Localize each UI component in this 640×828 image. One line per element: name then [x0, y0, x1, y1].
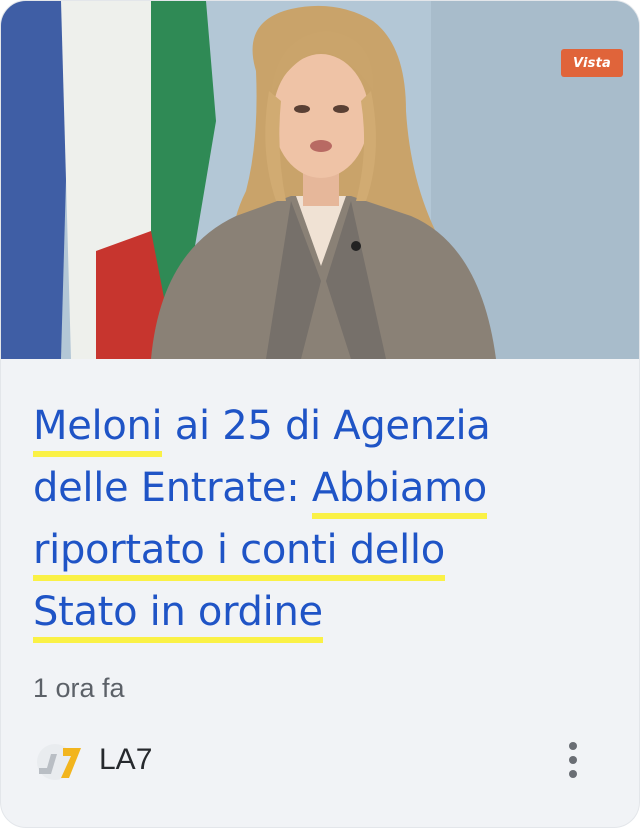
headline-line-2: delle Entrate: Abbiamo	[33, 457, 613, 519]
highlight-stato: Stato in ordine	[33, 589, 323, 643]
published-time: 1 ora fa	[33, 673, 125, 703]
source-name[interactable]: LA7	[99, 743, 152, 777]
news-thumbnail[interactable]: Vista	[1, 1, 639, 359]
highlight-meloni: Meloni	[33, 403, 163, 457]
headline-line-1: Meloni ai 25 di Agenzia	[33, 395, 613, 457]
highlight-riportato: riportato i conti dello	[33, 527, 445, 581]
headline-line-3: riportato i conti dello	[33, 519, 613, 581]
news-photo	[1, 1, 639, 359]
news-card[interactable]: Vista Meloni ai 25 di Agenzia delle Entr…	[0, 0, 640, 828]
more-vert-icon[interactable]	[553, 735, 593, 785]
headline-line-4: Stato in ordine	[33, 581, 613, 643]
watermark-badge: Vista	[561, 49, 623, 77]
highlight-abbiamo: Abbiamo	[311, 465, 487, 519]
source-row: LA7	[33, 735, 609, 785]
la7-logo-icon[interactable]	[33, 734, 85, 786]
headline-link[interactable]: Meloni ai 25 di Agenzia delle Entrate: A…	[33, 395, 613, 643]
